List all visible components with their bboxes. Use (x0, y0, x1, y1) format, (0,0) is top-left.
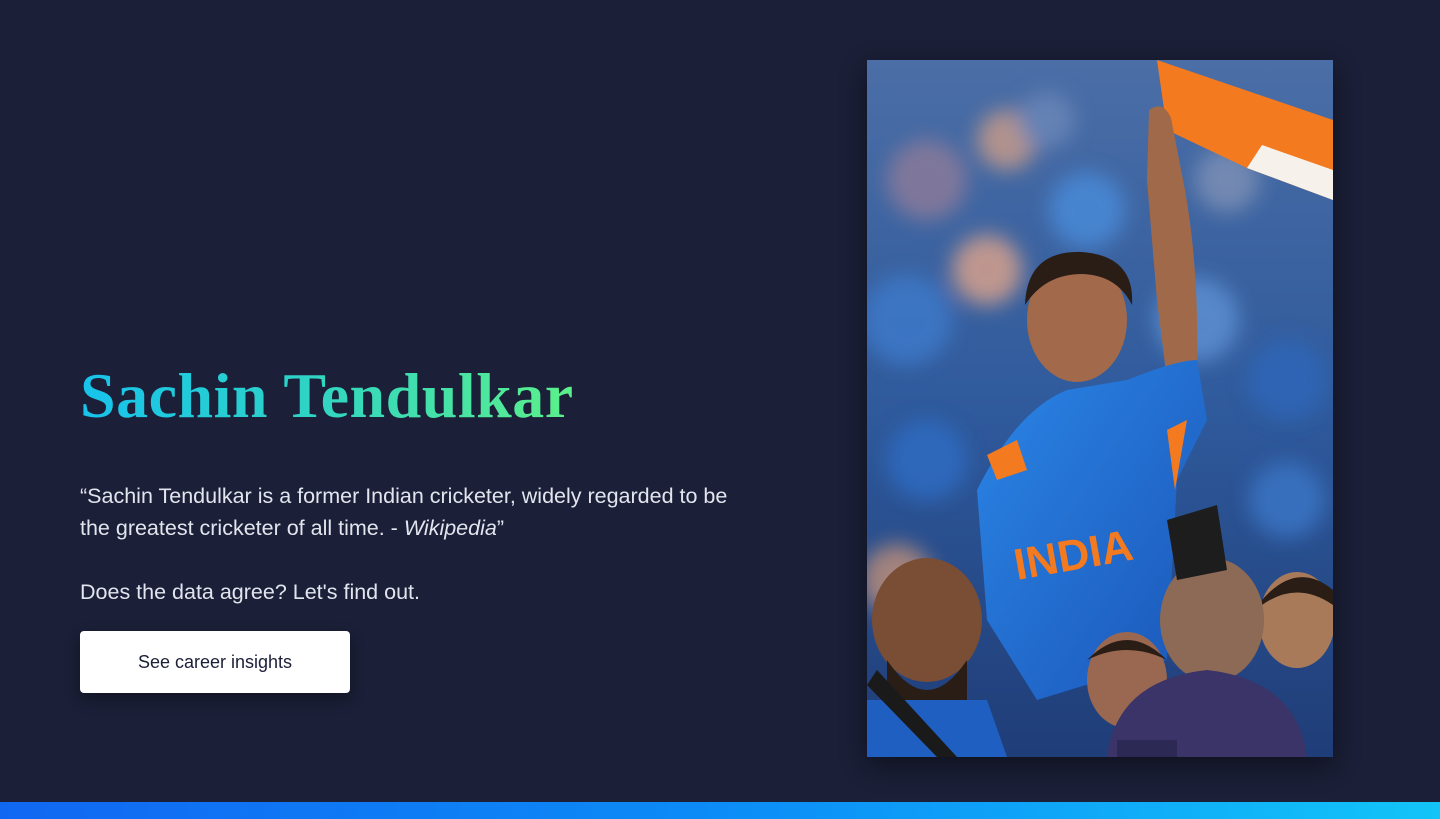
hero-photo-illustration: INDIA (867, 60, 1333, 757)
hero-prompt: Does the data agree? Let's find out. (80, 580, 420, 604)
quote-close-mark: ” (496, 516, 504, 540)
hero-section: Sachin Tendulkar “Sachin Tendulkar is a … (80, 358, 760, 608)
see-career-insights-button[interactable]: See career insights (80, 631, 350, 693)
hero-quote: “Sachin Tendulkar is a former Indian cri… (80, 480, 760, 544)
hero-photo: INDIA (867, 60, 1333, 757)
bottom-accent-bar (0, 802, 1440, 819)
quote-source: Wikipedia (403, 516, 497, 540)
page-title: Sachin Tendulkar (80, 358, 574, 434)
